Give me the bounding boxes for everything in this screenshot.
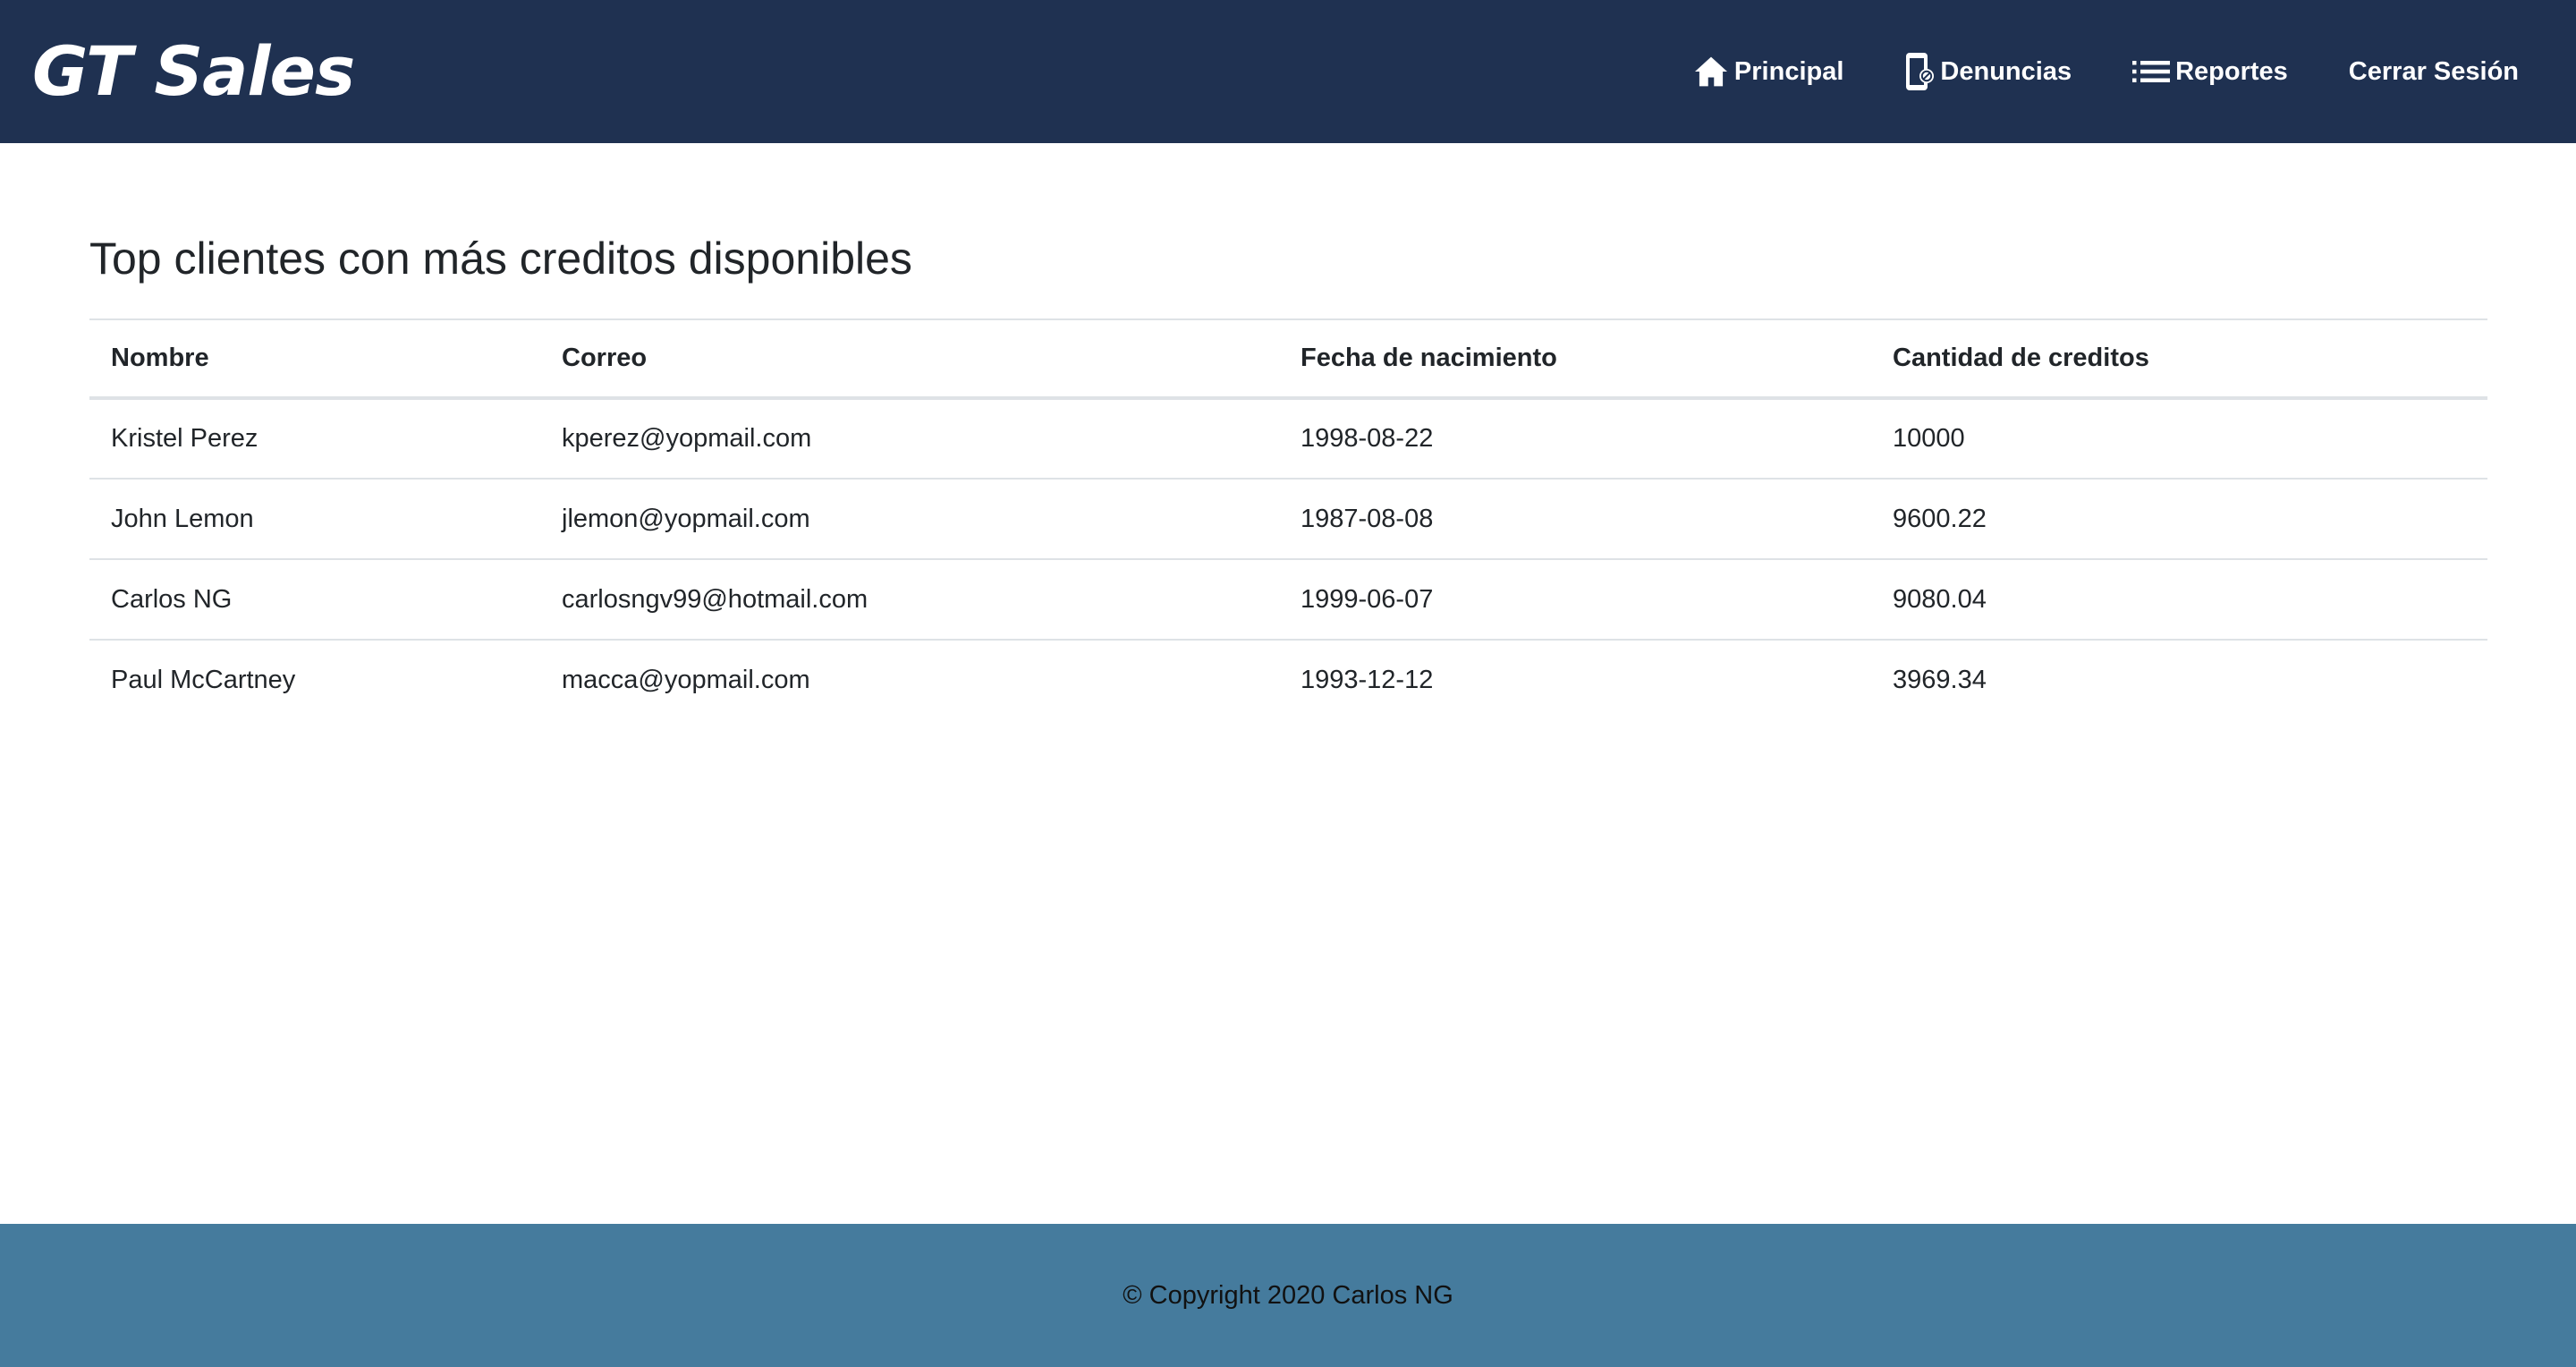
column-header-creditos: Cantidad de creditos — [1871, 318, 2487, 400]
cell-nombre: John Lemon — [89, 479, 540, 560]
home-icon — [1693, 55, 1729, 88]
cell-nombre: Carlos NG — [89, 559, 540, 641]
column-header-correo: Correo — [540, 318, 1279, 400]
cell-creditos: 3969.34 — [1893, 666, 1987, 694]
nav-item-label: Denuncias — [1940, 56, 2072, 86]
cell-nombre: Kristel Perez — [89, 398, 540, 480]
nav-item-principal[interactable]: Principal — [1693, 55, 1844, 88]
cell-creditos: 10000 — [1871, 398, 2487, 480]
cell-creditos: 9600.22 — [1871, 479, 2487, 560]
footer: © Copyright 2020 Carlos NG — [0, 1224, 2576, 1367]
nav-item-label: Principal — [1733, 56, 1844, 86]
cell-fecha: 1998-08-22 — [1279, 398, 1871, 480]
brand-logo[interactable]: GT Sales — [32, 27, 355, 116]
table-row: Carlos NG carlosngv99@hotmail.com 1999-0… — [89, 559, 2487, 641]
cell-fecha: 1987-08-08 — [1279, 479, 1871, 560]
column-header-nombre: Nombre — [89, 318, 540, 400]
navbar: GT Sales Principal Denuncias Reportes Ce… — [0, 0, 2576, 143]
nav-menu: Principal Denuncias Reportes Cerrar Sesi… — [1632, 0, 2519, 143]
nav-item-reportes[interactable]: Reportes — [2132, 57, 2288, 87]
nav-item-cerrar-sesion[interactable]: Cerrar Sesión — [2349, 57, 2519, 87]
cell-fecha: 1993-12-12 — [1301, 666, 1434, 694]
column-header-fecha: Fecha de nacimiento — [1279, 318, 1871, 400]
cell-creditos: 9080.04 — [1871, 559, 2487, 641]
nav-item-label: Reportes — [2175, 56, 2288, 86]
cell-fecha: 1999-06-07 — [1279, 559, 1871, 641]
cell-nombre: Paul McCartney — [111, 666, 296, 694]
copyright-text: © Copyright 2020 Carlos NG — [1123, 1280, 1453, 1310]
table-row: Paul McCartney macca@yopmail.com 1993-12… — [89, 640, 2487, 720]
cell-correo: jlemon@yopmail.com — [540, 479, 1279, 560]
phone-report-icon — [1904, 51, 1935, 92]
cell-correo: kperez@yopmail.com — [540, 398, 1279, 480]
clients-table: Nombre Correo Fecha de nacimiento Cantid… — [89, 318, 2487, 720]
table-header-row: Nombre Correo Fecha de nacimiento Cantid… — [89, 318, 2487, 400]
table-row: John Lemon jlemon@yopmail.com 1987-08-08… — [89, 479, 2487, 560]
nav-item-label: Cerrar Sesión — [2348, 56, 2519, 86]
cell-correo: macca@yopmail.com — [562, 666, 810, 694]
page-title: Top clientes con más creditos disponible… — [89, 233, 912, 284]
nav-item-denuncias[interactable]: Denuncias — [1904, 51, 2072, 92]
table-row: Kristel Perez kperez@yopmail.com 1998-08… — [89, 398, 2487, 480]
cell-correo: carlosngv99@hotmail.com — [540, 559, 1279, 641]
list-icon — [2132, 58, 2171, 85]
